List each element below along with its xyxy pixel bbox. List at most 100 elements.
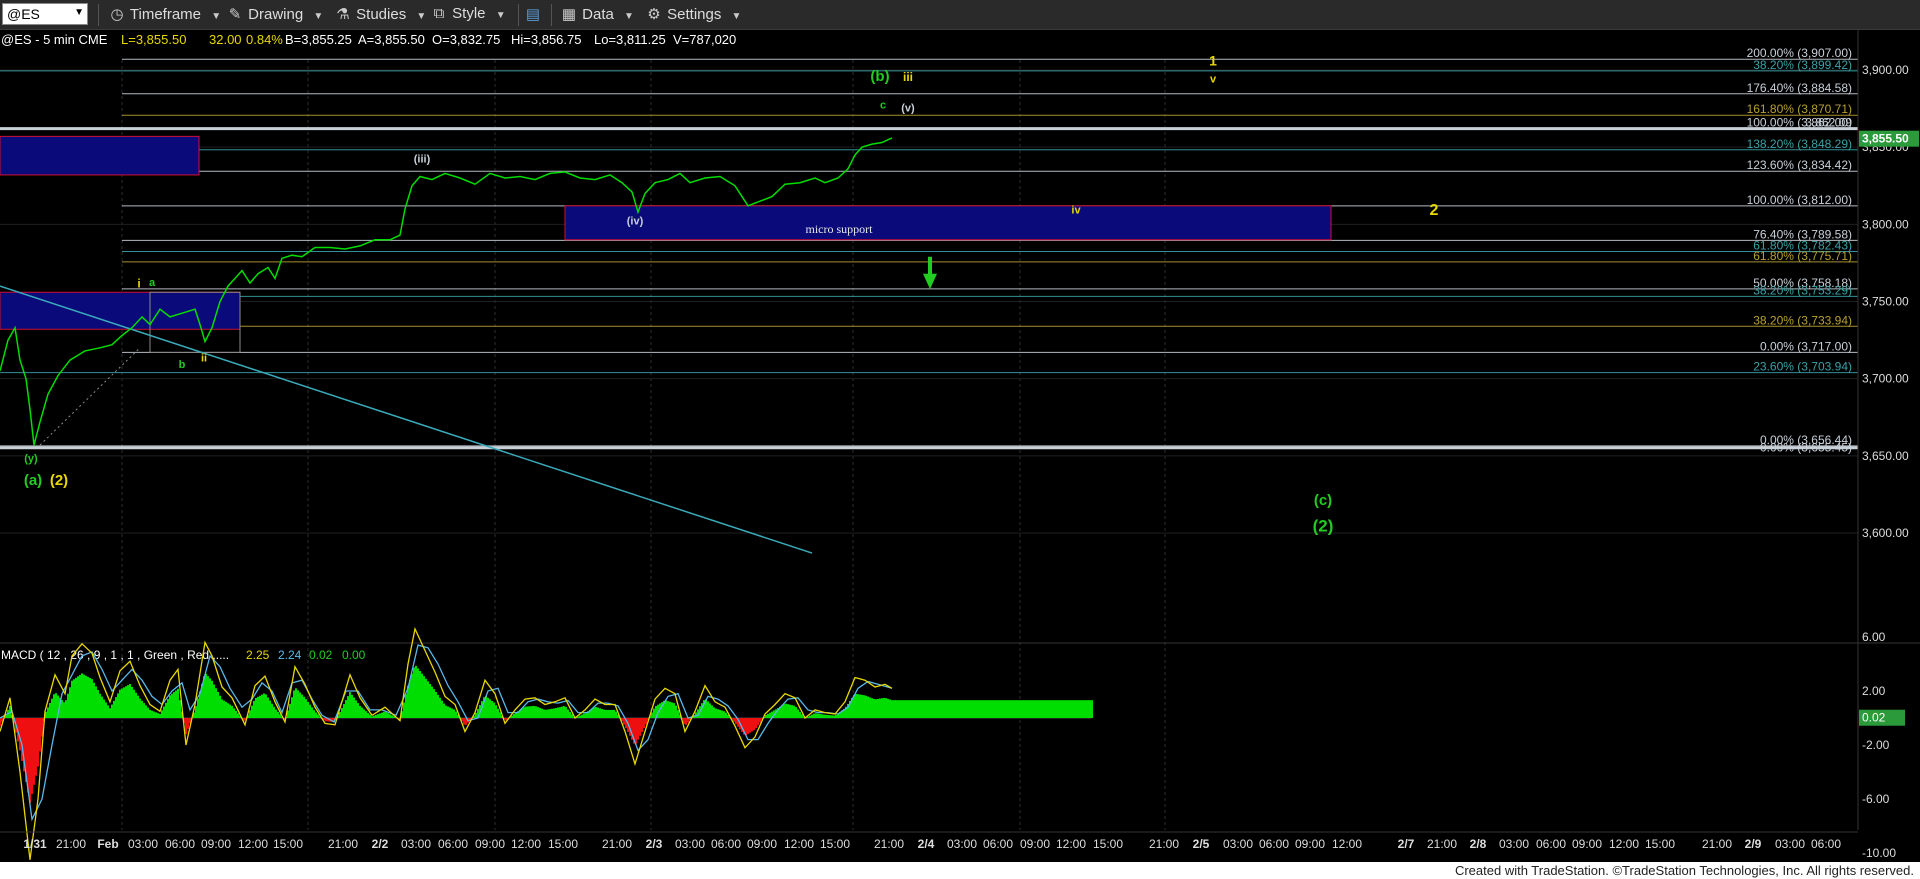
fib-level-label: 161.80% (3,870.71) [1747, 102, 1852, 116]
price-axis[interactable]: 3,900.003,850.003,800.003,750.003,700.00… [1857, 30, 1920, 862]
settings-button[interactable]: ⚙ Settings ▼ [645, 5, 741, 25]
chart-style-icon: ⧉ [433, 5, 445, 22]
wave-label: (iv) [627, 215, 644, 227]
fib-level-label: 38.20% (3,753.29) [1753, 283, 1852, 297]
caret-down-icon: ▼ [495, 10, 506, 21]
header-change-pct: 0.84% [246, 32, 283, 47]
time-tick-label: 2/7 [1398, 837, 1415, 851]
wave-label: (a) [24, 472, 42, 489]
macd-tick-label: 6.00 [1862, 630, 1886, 644]
time-tick-label: 21:00 [1427, 837, 1457, 851]
header-last: L=3,855.50 [121, 32, 186, 47]
wave-label: 2 [1430, 202, 1439, 219]
wave-label: b [179, 359, 186, 371]
time-axis[interactable]: 1/31 21:00 Feb 03:00 06:00 09:00 12:00 15:00 21:… [0, 831, 1858, 851]
caret-down-icon: ▼ [211, 11, 222, 22]
data-grid-icon: ▦ [561, 6, 577, 23]
wave-label: v [1210, 73, 1217, 85]
time-tick-label: 06:00 [438, 837, 468, 851]
wave-label: (v) [901, 103, 915, 115]
time-tick-label: Feb [97, 837, 118, 851]
time-tick-label: 06:00 [165, 837, 195, 851]
macd-tick-label: -10.00 [1862, 846, 1896, 860]
macd-title: MACD ( 12 , 26 , 9 , 1 , 1 , Green , Red… [1, 648, 229, 662]
time-tick-label: 09:00 [1020, 837, 1050, 851]
header-change: 32.00 [209, 32, 242, 47]
timeframe-button[interactable]: ◷ Timeframe ▼ [108, 5, 221, 25]
wave-label: iii [903, 70, 913, 84]
timeframe-label: Timeframe [129, 6, 202, 23]
time-tick-label: 03:00 [1499, 837, 1529, 851]
time-tick-label: 21:00 [874, 837, 904, 851]
footer-credit: Created with TradeStation. ©TradeStation… [1454, 863, 1914, 878]
caret-down-icon: ▼ [416, 11, 427, 22]
time-tick-label: 03:00 [1223, 837, 1253, 851]
wave-label: c [880, 100, 886, 112]
drawing-button[interactable]: ✎ Drawing ▼ [226, 5, 324, 25]
time-tick-label: 2/4 [918, 837, 935, 851]
macd-last-value: 0.02 [1862, 711, 1886, 725]
time-tick-label: 2/8 [1470, 837, 1487, 851]
time-tick-label: 21:00 [328, 837, 358, 851]
wave-label: 1 [1209, 52, 1217, 68]
time-tick-label: 09:00 [747, 837, 777, 851]
wave-label: iv [1071, 205, 1081, 217]
wave-label: ii [201, 353, 207, 365]
fib-levels: 200.00% (3,907.00)38.20% (3,899.42)176.4… [0, 46, 1858, 454]
studies-button[interactable]: ⚗ Studies ▼ [334, 5, 426, 25]
price-tick-label: 3,650.00 [1862, 449, 1909, 463]
macd-value: 2.24 [278, 648, 302, 662]
price-tick-label: 3,800.00 [1862, 217, 1909, 231]
time-tick-label: 03:00 [1775, 837, 1805, 851]
price-chart[interactable]: @ES - 5 min CME L=3,855.50 32.00 0.84% B… [0, 30, 1920, 862]
macd-tick-label: 2.00 [1862, 684, 1886, 698]
header-ask: A=3,855.50 [358, 32, 425, 47]
fib-level-label: 38.20% (3,733.94) [1753, 313, 1852, 327]
resistance-box [0, 135, 200, 176]
footer: Created with TradeStation. ©TradeStation… [0, 862, 1920, 879]
price-series [0, 137, 893, 446]
gear-icon: ⚙ [647, 6, 661, 23]
symbol-input[interactable]: @ES ▼ [2, 3, 88, 25]
clock-icon: ◷ [110, 6, 124, 23]
time-tick-label: 06:00 [1536, 837, 1566, 851]
price-tick-label: 3,700.00 [1862, 372, 1909, 386]
data-label: Data [582, 6, 614, 23]
layout-button[interactable]: ▤ [524, 5, 542, 25]
time-tick-label: 15:00 [548, 837, 578, 851]
wave-label: a [149, 277, 156, 289]
wave-label: (2) [50, 472, 68, 489]
time-tick-label: 06:00 [983, 837, 1013, 851]
chevron-down-icon[interactable]: ▼ [74, 7, 84, 18]
time-tick-label: 09:00 [201, 837, 231, 851]
symbol-text: @ES [7, 6, 40, 22]
fib-level-label: 138.20% (3,848.29) [1747, 137, 1852, 151]
time-tick-label: 09:00 [1572, 837, 1602, 851]
time-tick-label: 12:00 [511, 837, 541, 851]
support-boxes: micro support [0, 135, 1332, 554]
fib-level-label: 100.00% (3,812.00) [1747, 193, 1852, 207]
time-tick-label: 21:00 [602, 837, 632, 851]
time-tick-label: 21:00 [56, 837, 86, 851]
caret-down-icon: ▼ [313, 11, 324, 22]
wave-label: (c) [1314, 492, 1332, 509]
time-tick-label: 12:00 [238, 837, 268, 851]
time-tick-label: 06:00 [1811, 837, 1841, 851]
wave-label: (b) [870, 68, 889, 85]
time-tick-label: 06:00 [711, 837, 741, 851]
toolbar: @ES ▼ ◷ Timeframe ▼ ✎ Drawing ▼ ⚗ Studie… [0, 0, 1920, 30]
toolbar-divider [518, 4, 519, 26]
time-tick-label: 06:00 [1259, 837, 1289, 851]
time-tick-label: 1/31 [23, 837, 47, 851]
wave-label: i [137, 277, 140, 291]
time-tick-label: 15:00 [1645, 837, 1675, 851]
time-tick-label: 2/2 [372, 837, 389, 851]
last-price-value: 3,855.50 [1862, 132, 1909, 146]
time-tick-label: 21:00 [1149, 837, 1179, 851]
data-button[interactable]: ▦ Data ▼ [560, 5, 634, 25]
header-low: Lo=3,811.25 [594, 32, 666, 47]
style-button[interactable]: ⧉ Style ▼ [430, 5, 506, 25]
header-high: Hi=3,856.75 [511, 32, 581, 47]
header-open: O=3,832.75 [432, 32, 500, 47]
pencil-icon: ✎ [228, 6, 242, 23]
